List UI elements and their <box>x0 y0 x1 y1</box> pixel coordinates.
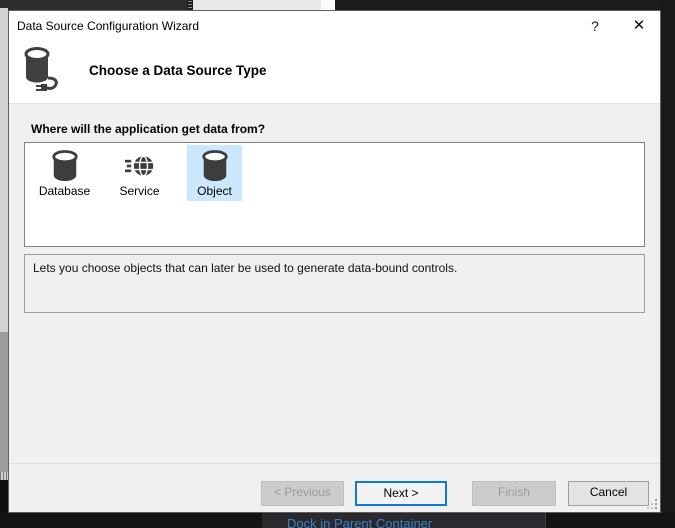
background-top-strip <box>0 0 675 10</box>
data-source-type-list[interactable]: Database Service Object <box>24 142 645 247</box>
dialog-titlebar[interactable]: Data Source Configuration Wizard <box>9 11 660 41</box>
list-item-service[interactable]: Service <box>112 145 167 201</box>
background-left-top <box>0 0 8 8</box>
menu-item-dock-in-parent-container[interactable]: Dock in Parent Container <box>287 516 432 528</box>
background-scrollbar-grip-icon <box>0 472 8 480</box>
question-label: Where will the application get data from… <box>31 122 266 136</box>
footer-separator <box>9 463 660 464</box>
finish-button[interactable]: Finish <box>472 481 556 506</box>
database-plug-icon <box>24 47 58 91</box>
source-description-box: Lets you choose objects that can later b… <box>24 254 645 313</box>
dialog-header-area: Data Source Configuration Wizard ? ✕ Cho… <box>9 11 660 104</box>
background-toolbar-highlight <box>321 0 335 10</box>
previous-button[interactable]: < Previous <box>261 481 344 506</box>
background-scrollbar-thumb[interactable] <box>0 332 8 472</box>
data-source-configuration-wizard-dialog: Data Source Configuration Wizard ? ✕ Cho… <box>8 10 661 513</box>
background-scrollbar-track <box>0 8 8 332</box>
background-left-strip <box>0 0 8 528</box>
close-button[interactable]: ✕ <box>617 11 661 41</box>
database-icon <box>51 150 78 181</box>
next-button[interactable]: Next > <box>355 481 447 506</box>
help-button[interactable]: ? <box>573 11 617 41</box>
resize-grip-icon[interactable] <box>647 499 658 510</box>
background-right-strip <box>661 0 675 528</box>
object-database-icon <box>201 150 228 181</box>
list-item-label: Database <box>38 184 91 198</box>
page-title: Choose a Data Source Type <box>89 62 267 78</box>
cancel-button[interactable]: Cancel <box>568 481 649 506</box>
list-item-database[interactable]: Database <box>37 145 92 201</box>
background-toolbar-light <box>193 0 321 10</box>
service-globe-icon <box>124 155 153 177</box>
background-context-menu: Dock in Parent Container <box>262 513 546 528</box>
list-item-label: Service <box>119 184 160 198</box>
background-toolbar-dark <box>0 0 187 10</box>
background-bottom-strip: Dock in Parent Container <box>0 513 675 528</box>
dialog-title: Data Source Configuration Wizard <box>17 19 200 33</box>
toolbar-drag-handle-icon <box>188 1 192 10</box>
list-item-object[interactable]: Object <box>187 145 242 201</box>
list-item-label: Object <box>197 184 232 198</box>
